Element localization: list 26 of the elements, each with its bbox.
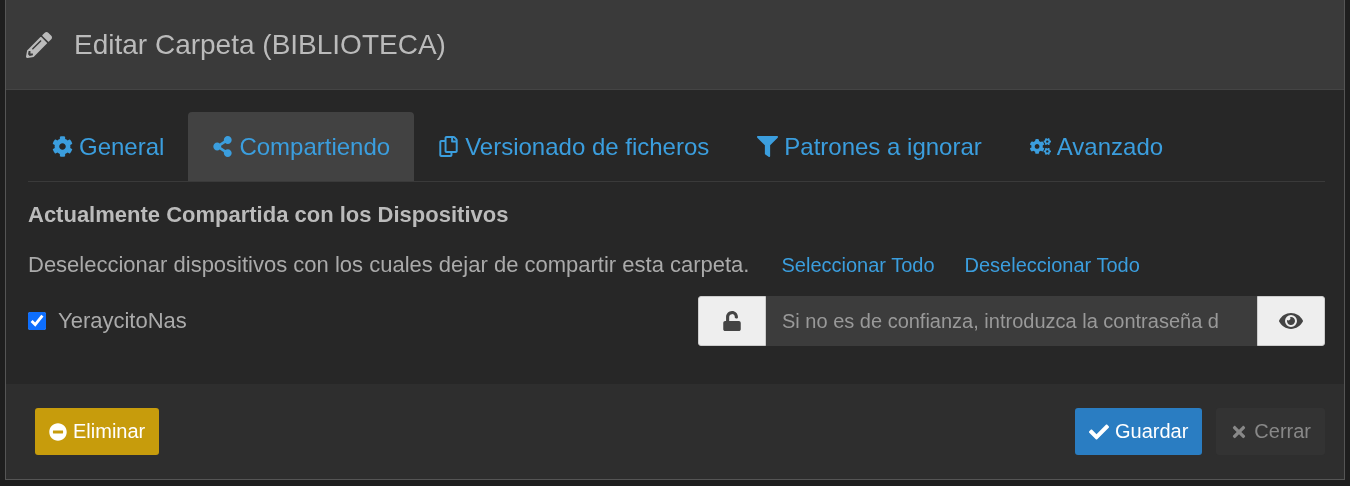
password-field[interactable]: Si no es de confianza, introduzca la contraseña d [766,296,1257,346]
filter-icon [757,136,779,157]
tab[interactable]: Avanzado [1005,112,1188,181]
device-name: YeraycitoNas [58,308,187,334]
pencil-icon [26,31,52,58]
minus-icon [49,422,67,441]
description-text: Deseleccionar dispositivos con los cuales dejar de compartir esta carpeta. [28,252,750,278]
tab[interactable]: General [28,112,189,181]
tab[interactable]: Patrones a ignorar [733,112,1006,181]
tab[interactable]: Compartiendo [188,112,415,181]
delete-button[interactable]: Eliminar [35,408,160,455]
gear-icon [52,136,73,157]
section-heading: Actualmente Compartida con los Dispositivos [28,202,510,228]
copy-icon [438,136,460,157]
link[interactable]: Seleccionar Todo [781,253,935,277]
gears-icon [1029,136,1051,157]
save-button[interactable]: Guardar [1074,408,1203,455]
lock-toggle-button[interactable] [698,296,766,346]
dialog-title: Editar Carpeta (BIBLIOTECA) [74,28,446,61]
close-button[interactable]: Cerrar [1216,408,1325,455]
link[interactable]: Deseleccionar Todo [964,253,1140,277]
show-password-button[interactable] [1257,296,1325,346]
tab[interactable]: Versionado de ficheros [414,112,734,181]
unlock-icon [722,311,742,331]
share-icon [212,136,234,157]
device-checkbox[interactable] [28,312,46,330]
